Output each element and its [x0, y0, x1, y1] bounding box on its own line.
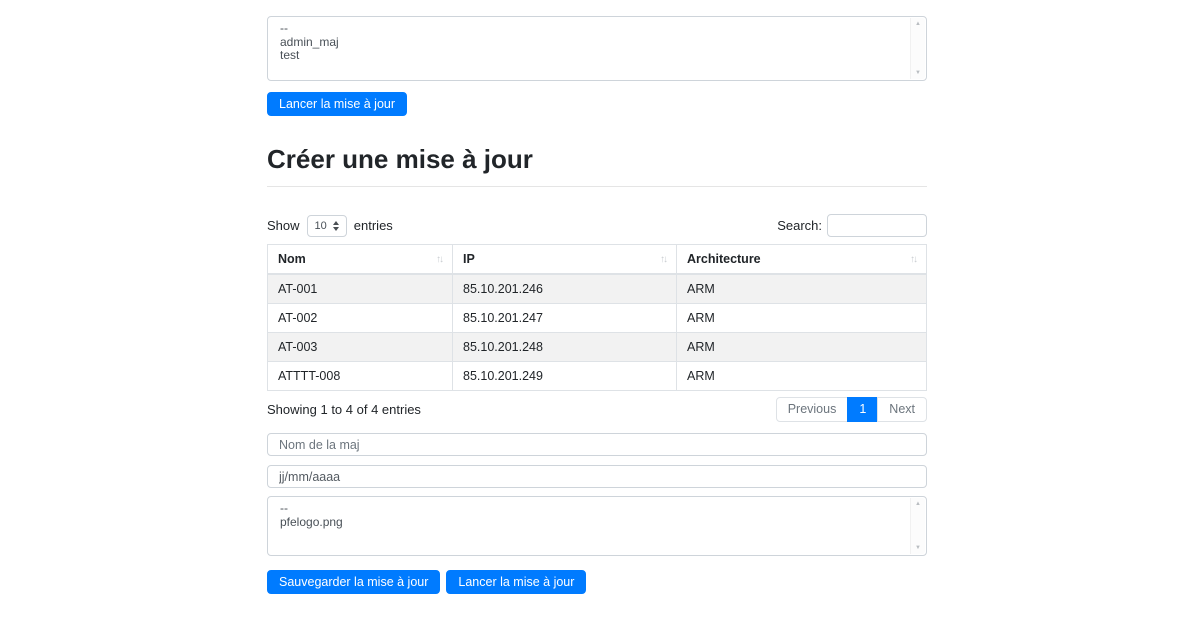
- cell-architecture: ARM: [677, 274, 927, 304]
- scrollbar[interactable]: ▲ ▼: [910, 498, 925, 554]
- table-row[interactable]: AT-001 85.10.201.246 ARM: [268, 274, 927, 304]
- column-label: Nom: [278, 252, 306, 266]
- table-row[interactable]: AT-002 85.10.201.247 ARM: [268, 304, 927, 333]
- divider: [267, 186, 927, 187]
- maj-name-input[interactable]: [267, 433, 927, 456]
- devices-table: Nom ↑↓ IP ↑↓ Architecture ↑↓ AT-001 85.10.2…: [267, 244, 927, 391]
- form-buttons: Sauvegarder la mise à jour Lancer la mis…: [267, 570, 927, 594]
- sort-icon[interactable]: ↑↓: [910, 254, 916, 265]
- search-label: Search:: [777, 218, 822, 233]
- cell-ip: 85.10.201.247: [453, 304, 677, 333]
- page-length-select[interactable]: 10: [307, 215, 347, 237]
- pagination-page-1[interactable]: 1: [847, 397, 878, 422]
- cell-ip: 85.10.201.249: [453, 362, 677, 391]
- scroll-up-icon[interactable]: ▲: [915, 501, 921, 507]
- launch-update-button[interactable]: Lancer la mise à jour: [267, 92, 407, 116]
- table-header-row: Nom ↑↓ IP ↑↓ Architecture ↑↓: [268, 245, 927, 275]
- page-length-value: 10: [315, 220, 327, 232]
- cell-architecture: ARM: [677, 333, 927, 362]
- maj-date-input[interactable]: [267, 465, 927, 488]
- show-label: Show: [267, 218, 300, 233]
- search-control: Search:: [777, 214, 927, 237]
- search-input[interactable]: [827, 214, 927, 237]
- cell-nom: AT-003: [268, 333, 453, 362]
- table-row[interactable]: ATTTT-008 85.10.201.249 ARM: [268, 362, 927, 391]
- file-option[interactable]: --: [280, 502, 900, 516]
- sort-icon[interactable]: ↑↓: [660, 254, 666, 265]
- cell-nom: ATTTT-008: [268, 362, 453, 391]
- column-header-architecture[interactable]: Architecture ↑↓: [677, 245, 927, 275]
- page-length-control: Show 10 entries: [267, 215, 393, 237]
- sort-icon[interactable]: ↑↓: [436, 254, 442, 265]
- column-header-nom[interactable]: Nom ↑↓: [268, 245, 453, 275]
- table-info: Showing 1 to 4 of 4 entries: [267, 402, 421, 417]
- scroll-down-icon[interactable]: ▼: [915, 70, 921, 76]
- file-select[interactable]: -- pfelogo.png ▲ ▼: [267, 496, 927, 556]
- script-option[interactable]: admin_maj: [280, 36, 900, 50]
- cell-ip: 85.10.201.248: [453, 333, 677, 362]
- page-title: Créer une mise à jour: [267, 146, 927, 172]
- page-container: -- admin_maj test ▲ ▼ Lancer la mise à j…: [267, 0, 927, 594]
- cell-ip: 85.10.201.246: [453, 274, 677, 304]
- scroll-down-icon[interactable]: ▼: [915, 545, 921, 551]
- cell-architecture: ARM: [677, 362, 927, 391]
- cell-architecture: ARM: [677, 304, 927, 333]
- column-header-ip[interactable]: IP ↑↓: [453, 245, 677, 275]
- script-option[interactable]: test: [280, 49, 900, 63]
- script-select[interactable]: -- admin_maj test ▲ ▼: [267, 16, 927, 81]
- scrollbar[interactable]: ▲ ▼: [910, 18, 925, 79]
- select-caret-icon: [333, 221, 339, 231]
- pagination-next[interactable]: Next: [877, 397, 927, 422]
- save-update-button[interactable]: Sauvegarder la mise à jour: [267, 570, 440, 594]
- launch-update-button[interactable]: Lancer la mise à jour: [446, 570, 586, 594]
- scroll-up-icon[interactable]: ▲: [915, 21, 921, 27]
- table-row[interactable]: AT-003 85.10.201.248 ARM: [268, 333, 927, 362]
- pagination: Previous 1 Next: [776, 397, 927, 422]
- script-option[interactable]: --: [280, 22, 900, 36]
- cell-nom: AT-001: [268, 274, 453, 304]
- pagination-previous[interactable]: Previous: [776, 397, 849, 422]
- column-label: IP: [463, 252, 475, 266]
- datatable-controls: Show 10 entries Search:: [267, 214, 927, 237]
- datatable-footer: Showing 1 to 4 of 4 entries Previous 1 N…: [267, 397, 927, 422]
- entries-label: entries: [354, 218, 393, 233]
- file-option[interactable]: pfelogo.png: [280, 516, 900, 530]
- cell-nom: AT-002: [268, 304, 453, 333]
- column-label: Architecture: [687, 252, 761, 266]
